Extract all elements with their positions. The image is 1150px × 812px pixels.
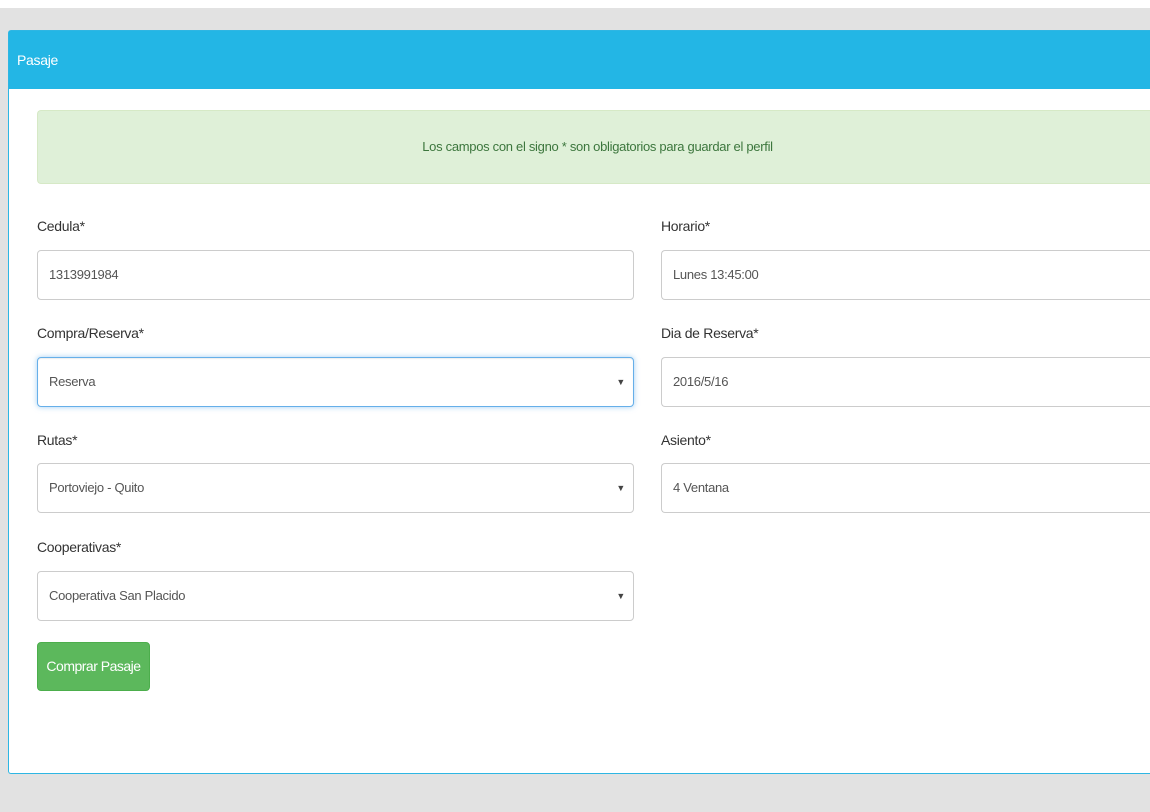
dia-reserva-input[interactable]: 2016/5/16 — [661, 357, 1150, 407]
asiento-input[interactable]: 4 Ventana — [661, 463, 1150, 513]
chevron-down-icon: ▼ — [616, 377, 625, 387]
dia-reserva-value: 2016/5/16 — [673, 374, 729, 389]
panel-title: Pasaje — [17, 52, 59, 68]
chevron-down-icon: ▼ — [616, 591, 625, 601]
cedula-value: 1313991984 — [49, 267, 119, 282]
compra-reserva-label: Compra/Reserva* — [37, 325, 144, 341]
rutas-value: Portoviejo - Quito — [49, 480, 145, 495]
cooperativas-label: Cooperativas* — [37, 539, 122, 555]
asiento-value: 4 Ventana — [673, 480, 729, 495]
rutas-label: Rutas* — [37, 432, 78, 448]
cedula-label: Cedula* — [37, 218, 85, 234]
compra-reserva-select[interactable]: Reserva ▼ — [37, 357, 634, 407]
cooperativas-select[interactable]: Cooperativa San Placido ▼ — [37, 571, 634, 621]
horario-label: Horario* — [661, 218, 710, 234]
comprar-pasaje-button[interactable]: Comprar Pasaje — [37, 642, 150, 691]
pasaje-panel: Pasaje Los campos con el signo * son obl… — [8, 30, 1150, 774]
dia-reserva-label: Dia de Reserva* — [661, 325, 759, 341]
cooperativas-value: Cooperativa San Placido — [49, 588, 186, 603]
asiento-label: Asiento* — [661, 432, 711, 448]
compra-reserva-value: Reserva — [49, 374, 96, 389]
chevron-down-icon: ▼ — [616, 483, 625, 493]
cedula-input[interactable]: 1313991984 — [37, 250, 634, 300]
horario-input[interactable]: Lunes 13:45:00 — [661, 250, 1150, 300]
top-strip — [0, 0, 1150, 8]
rutas-select[interactable]: Portoviejo - Quito ▼ — [37, 463, 634, 513]
horario-value: Lunes 13:45:00 — [673, 267, 759, 282]
alert-message: Los campos con el signo * son obligatori… — [422, 139, 773, 154]
panel-heading: Pasaje — [9, 31, 1150, 89]
required-fields-alert: Los campos con el signo * son obligatori… — [37, 110, 1150, 184]
